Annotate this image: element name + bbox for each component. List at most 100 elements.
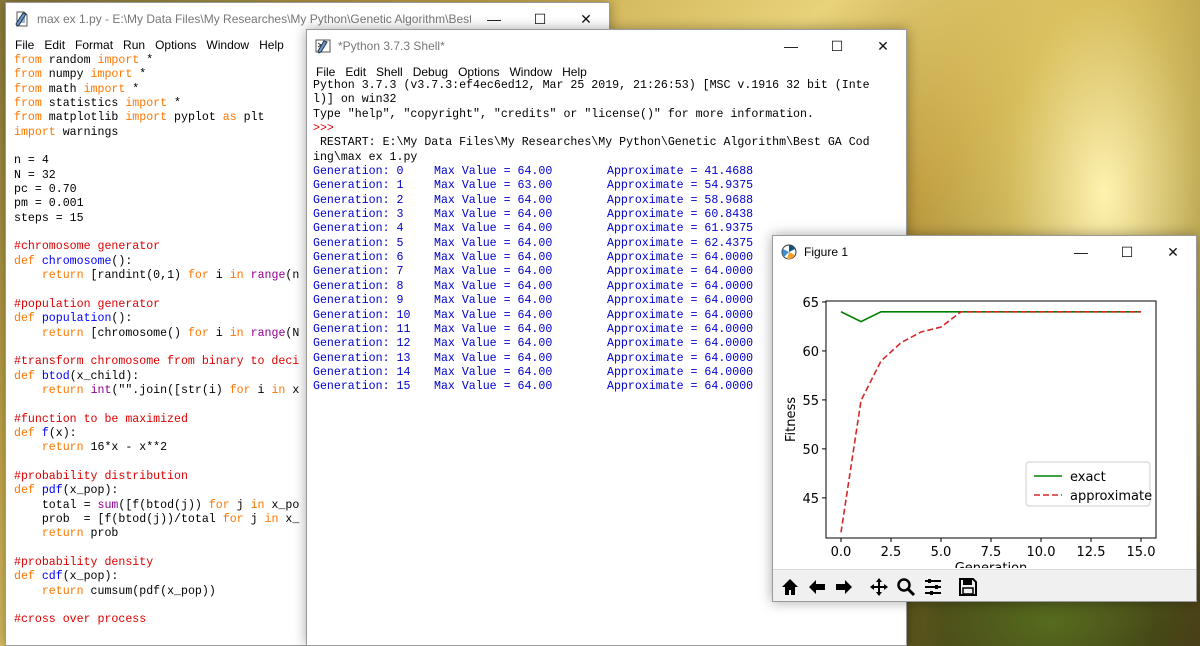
save-icon[interactable] — [955, 574, 980, 600]
menu-item-file[interactable]: File — [10, 38, 39, 52]
menu-item-edit[interactable]: Edit — [340, 65, 371, 79]
code-token: btod — [41, 369, 70, 383]
menu-item-window[interactable]: Window — [201, 38, 254, 52]
idle-file-icon — [15, 11, 28, 27]
code-token: (x_pop): — [62, 484, 119, 498]
legend-label: approximate — [1070, 489, 1152, 504]
close-button[interactable]: ✕ — [1150, 236, 1196, 268]
pan-icon[interactable] — [866, 574, 891, 600]
code-token: in — [229, 269, 244, 283]
code-token: pm = 0.001 — [14, 197, 84, 211]
code-token: [randint(0,1) — [83, 269, 188, 283]
menu-item-edit[interactable]: Edit — [39, 38, 70, 52]
generation-row: Generation: 0 Max Value = 64.00 Approximat… — [313, 165, 902, 179]
x-tick-label: 5.0 — [931, 545, 952, 560]
shell-titlebar[interactable]: *Python 3.7.3 Shell* — ☐ ✕ — [307, 30, 906, 62]
approximate-value: Approximate = 58.9688 — [607, 193, 754, 207]
max-value: Max Value = 64.00 — [434, 351, 553, 365]
maximize-button[interactable]: ☐ — [814, 30, 860, 62]
home-icon[interactable] — [777, 574, 802, 600]
code-token: ([f(btod(j)) — [118, 498, 209, 512]
code-token: in — [264, 513, 279, 526]
code-token: return — [41, 269, 84, 283]
code-token: j — [243, 513, 265, 526]
code-token: n = 4 — [14, 154, 49, 168]
code-token: (n — [285, 269, 300, 283]
approximate-value: Approximate = 60.8438 — [607, 208, 754, 222]
figure-toolbar — [773, 569, 1196, 601]
minimize-button[interactable]: — — [1058, 236, 1104, 268]
menu-item-run[interactable]: Run — [118, 38, 150, 52]
max-value: Max Value = 64.00 — [434, 322, 553, 336]
code-token: for — [187, 269, 209, 283]
zoom-icon[interactable] — [893, 574, 918, 600]
matplotlib-icon — [781, 244, 797, 260]
code-token: j — [229, 498, 251, 512]
code-token: range — [250, 326, 286, 340]
code-token: f — [41, 426, 49, 440]
generation-label: Generation: 3 — [313, 208, 404, 222]
menu-item-options[interactable]: Options — [453, 65, 504, 79]
code-token: from — [14, 68, 42, 82]
menu-item-debug[interactable]: Debug — [408, 65, 453, 79]
max-value: Max Value = 64.00 — [434, 251, 553, 265]
code-token: i — [250, 383, 272, 397]
menu-item-help[interactable]: Help — [254, 38, 289, 52]
max-value: Max Value = 64.00 — [434, 294, 553, 308]
code-token: x — [285, 383, 300, 397]
code-token: return — [41, 527, 84, 541]
code-token: #cross over process — [14, 613, 147, 627]
code-token: statistics — [41, 97, 126, 111]
code-token: i — [208, 326, 230, 340]
generation-row: Generation: 2 Max Value = 64.00 Approximat… — [313, 194, 902, 208]
back-arrow-icon[interactable] — [804, 574, 829, 600]
code-token: def — [14, 254, 35, 268]
code-token: from — [14, 97, 42, 111]
y-tick-label: 50 — [802, 443, 819, 458]
figure-titlebar[interactable]: Figure 1 — ☐ ✕ — [773, 236, 1196, 268]
code-token: return — [41, 441, 84, 455]
code-token: i — [208, 269, 230, 283]
code-token: from — [14, 54, 42, 67]
menu-item-options[interactable]: Options — [150, 38, 201, 52]
code-token: * — [132, 68, 147, 82]
code-token: pdf — [41, 484, 63, 498]
generation-label: Generation: 0 — [313, 165, 404, 179]
max-value: Max Value = 64.00 — [434, 380, 553, 394]
code-token: plt — [236, 111, 265, 125]
menu-item-file[interactable]: File — [311, 65, 340, 79]
generation-label: Generation: 8 — [313, 279, 404, 293]
generation-label: Generation: 11 — [313, 322, 411, 336]
code-token: #population generator — [14, 297, 161, 311]
figure-window[interactable]: Figure 1 — ☐ ✕ 0.0 2.5 5.0 7.5 10.0 12.5 15.0 4… — [772, 235, 1197, 602]
minimize-button[interactable]: — — [768, 30, 814, 62]
code-token: in — [271, 383, 286, 397]
menu-item-format[interactable]: Format — [70, 38, 118, 52]
generation-label: Generation: 15 — [313, 380, 411, 394]
max-value: Max Value = 64.00 — [434, 265, 553, 279]
code-token: from — [14, 82, 42, 96]
menu-item-window[interactable]: Window — [504, 65, 557, 79]
menu-item-help[interactable]: Help — [557, 65, 592, 79]
maximize-button[interactable]: ☐ — [1104, 236, 1150, 268]
code-token: ("".join([str(i) — [111, 383, 230, 397]
code-token: total = — [14, 498, 98, 512]
approximate-value: Approximate = 64.0000 — [607, 265, 754, 279]
configure-subplots-icon[interactable] — [920, 574, 945, 600]
menu-item-shell[interactable]: Shell — [371, 65, 408, 79]
x-tick-label: 7.5 — [981, 545, 1002, 560]
plot-canvas[interactable]: 0.0 2.5 5.0 7.5 10.0 12.5 15.0 45 50 55 60 65 Genera… — [773, 268, 1196, 576]
approximate-value: Approximate = 64.0000 — [607, 308, 754, 322]
shell-banner-line: l)] on win32 — [313, 93, 397, 107]
x-axis-label: Generation — [955, 561, 1028, 568]
y-tick-label: 65 — [802, 296, 819, 311]
forward-arrow-icon[interactable] — [831, 574, 856, 600]
code-token: as — [222, 111, 237, 125]
close-button[interactable]: ✕ — [860, 30, 906, 62]
approximate-value: Approximate = 41.4688 — [607, 165, 754, 179]
